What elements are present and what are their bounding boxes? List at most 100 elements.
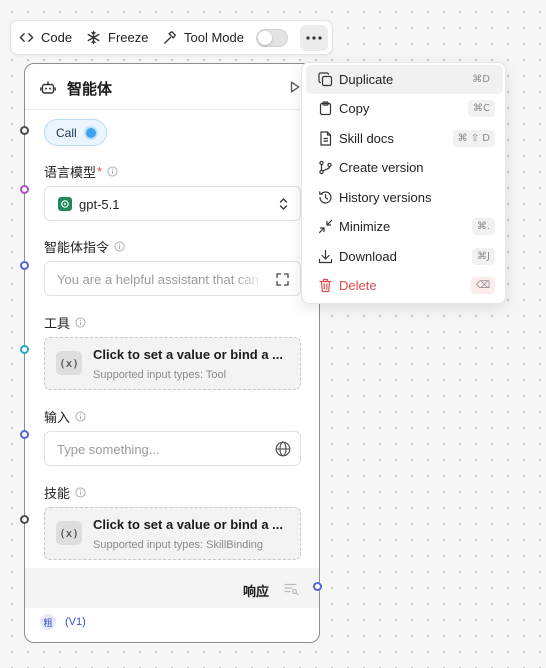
node-header: 智能体 bbox=[25, 64, 319, 110]
info-icon[interactable] bbox=[114, 241, 125, 252]
menu-item-duplicate[interactable]: Duplicate ⌘D bbox=[306, 65, 503, 94]
tools-box-subtitle: Supported input types: Tool bbox=[93, 369, 227, 381]
tool-mode-toggle[interactable] bbox=[256, 29, 288, 47]
model-input-handle[interactable] bbox=[20, 185, 29, 194]
toggle-knob bbox=[258, 31, 272, 45]
info-icon[interactable] bbox=[75, 411, 86, 422]
minimize-icon bbox=[318, 219, 333, 234]
shortcut-badge: ⌫ bbox=[470, 277, 495, 294]
shortcut-badge: ⌘C bbox=[468, 100, 495, 117]
download-icon bbox=[318, 249, 333, 264]
node-toolbar: Code Freeze Tool Mode bbox=[10, 20, 333, 55]
input-field[interactable]: Type something... bbox=[44, 431, 301, 466]
menu-item-label: Create version bbox=[339, 160, 424, 175]
instruction-label-row: 智能体指令 bbox=[44, 237, 125, 256]
version-badge: 粗 bbox=[40, 614, 56, 630]
freeze-button[interactable]: Freeze bbox=[86, 21, 148, 54]
menu-item-skill-docs[interactable]: Skill docs ⌘ ⇧ D bbox=[306, 124, 503, 153]
required-mark: * bbox=[97, 164, 103, 179]
expand-icon[interactable] bbox=[276, 273, 289, 286]
menu-item-label: Skill docs bbox=[339, 131, 394, 146]
node-options-menu: Duplicate ⌘D Copy ⌘C Skill docs ⌘ ⇧ D Cr… bbox=[301, 62, 506, 304]
code-button[interactable]: Code bbox=[19, 21, 72, 54]
skills-bind-box[interactable]: (x) Click to set a value or bind a ... S… bbox=[44, 507, 301, 560]
freeze-label: Freeze bbox=[108, 30, 149, 45]
tool-mode-label: Tool Mode bbox=[184, 30, 244, 45]
shortcut-badge: ⌘J bbox=[472, 248, 495, 265]
menu-item-history-versions[interactable]: History versions bbox=[306, 183, 503, 212]
menu-item-label: Copy bbox=[339, 101, 370, 116]
menu-item-create-version[interactable]: Create version bbox=[306, 153, 503, 182]
input-label: 输入 bbox=[44, 410, 71, 425]
response-output-handle[interactable] bbox=[313, 582, 322, 591]
globe-icon[interactable] bbox=[275, 441, 291, 457]
call-status-dot bbox=[85, 127, 96, 138]
call-badge[interactable]: Call bbox=[44, 119, 107, 146]
info-icon[interactable] bbox=[75, 487, 86, 498]
menu-item-download[interactable]: Download ⌘J bbox=[306, 242, 503, 271]
hammer-icon bbox=[164, 31, 176, 44]
info-icon[interactable] bbox=[107, 166, 118, 177]
agent-node-card[interactable]: 智能体 Call 语言模型 * gpt-5.1 智能体指令 You are a h… bbox=[24, 63, 320, 643]
instruction-label: 智能体指令 bbox=[44, 240, 110, 255]
model-label: 语言模型 bbox=[44, 165, 97, 180]
tools-label: 工具 bbox=[44, 316, 71, 331]
menu-item-label: History versions bbox=[339, 190, 432, 205]
call-label: Call bbox=[56, 125, 77, 140]
document-icon bbox=[320, 131, 332, 146]
tools-bind-box[interactable]: (x) Click to set a value or bind a ... S… bbox=[44, 337, 301, 390]
run-icon[interactable] bbox=[290, 81, 300, 93]
input-handle[interactable] bbox=[20, 430, 29, 439]
history-icon bbox=[319, 191, 332, 204]
code-icon bbox=[19, 33, 34, 42]
skills-label-row: 技能 bbox=[44, 483, 86, 502]
info-icon[interactable] bbox=[75, 317, 86, 328]
tool-mode-button[interactable]: Tool Mode bbox=[162, 21, 244, 54]
shortcut-badge: ⌘. bbox=[471, 218, 495, 235]
filter-list-icon[interactable] bbox=[284, 583, 299, 595]
ellipsis-icon bbox=[306, 36, 322, 40]
tools-box-title: Click to set a value or bind a ... bbox=[93, 347, 283, 362]
snowflake-icon bbox=[87, 30, 100, 45]
response-label: 响应 bbox=[243, 584, 270, 599]
tools-label-row: 工具 bbox=[44, 313, 86, 332]
input-label-row: 输入 bbox=[44, 407, 86, 426]
trash-icon bbox=[319, 278, 332, 293]
more-options-button[interactable] bbox=[300, 25, 328, 51]
openai-icon bbox=[58, 197, 72, 211]
model-select[interactable]: gpt-5.1 bbox=[44, 186, 301, 221]
model-value: gpt-5.1 bbox=[79, 197, 120, 212]
node-title: 智能体 bbox=[67, 81, 113, 98]
variable-icon: (x) bbox=[56, 521, 82, 545]
skills-input-handle[interactable] bbox=[20, 515, 29, 524]
node-output-footer: 响应 bbox=[25, 568, 319, 608]
robot-icon bbox=[40, 81, 56, 94]
variable-icon: (x) bbox=[56, 351, 82, 375]
instruction-placeholder: You are a helpful assistant that can bbox=[57, 272, 259, 287]
instruction-input[interactable]: You are a helpful assistant that can bbox=[44, 261, 301, 296]
shortcut-badge: ⌘D bbox=[467, 71, 495, 88]
call-handle[interactable] bbox=[20, 126, 29, 135]
menu-item-label: Delete bbox=[339, 278, 377, 293]
skills-box-subtitle: Supported input types: SkillBinding bbox=[93, 539, 263, 551]
model-label-row: 语言模型 * bbox=[44, 162, 118, 181]
shortcut-badge: ⌘ ⇧ D bbox=[452, 130, 495, 147]
menu-item-copy[interactable]: Copy ⌘C bbox=[306, 94, 503, 123]
branch-icon bbox=[319, 160, 332, 175]
code-label: Code bbox=[41, 30, 73, 45]
menu-item-label: Duplicate bbox=[339, 72, 394, 87]
menu-item-delete[interactable]: Delete ⌫ bbox=[306, 271, 503, 300]
chevron-updown-icon bbox=[279, 198, 288, 210]
duplicate-icon bbox=[318, 72, 333, 87]
menu-item-label: Minimize bbox=[339, 219, 391, 234]
instruction-input-handle[interactable] bbox=[20, 261, 29, 270]
version-row: 粗 (V1) bbox=[40, 614, 86, 630]
skills-box-title: Click to set a value or bind a ... bbox=[93, 517, 283, 532]
tools-input-handle[interactable] bbox=[20, 345, 29, 354]
skills-label: 技能 bbox=[44, 486, 71, 501]
menu-item-label: Download bbox=[339, 249, 397, 264]
copy-icon bbox=[319, 101, 332, 116]
input-placeholder: Type something... bbox=[57, 442, 160, 457]
menu-item-minimize[interactable]: Minimize ⌘. bbox=[306, 212, 503, 241]
version-text: (V1) bbox=[65, 616, 86, 628]
